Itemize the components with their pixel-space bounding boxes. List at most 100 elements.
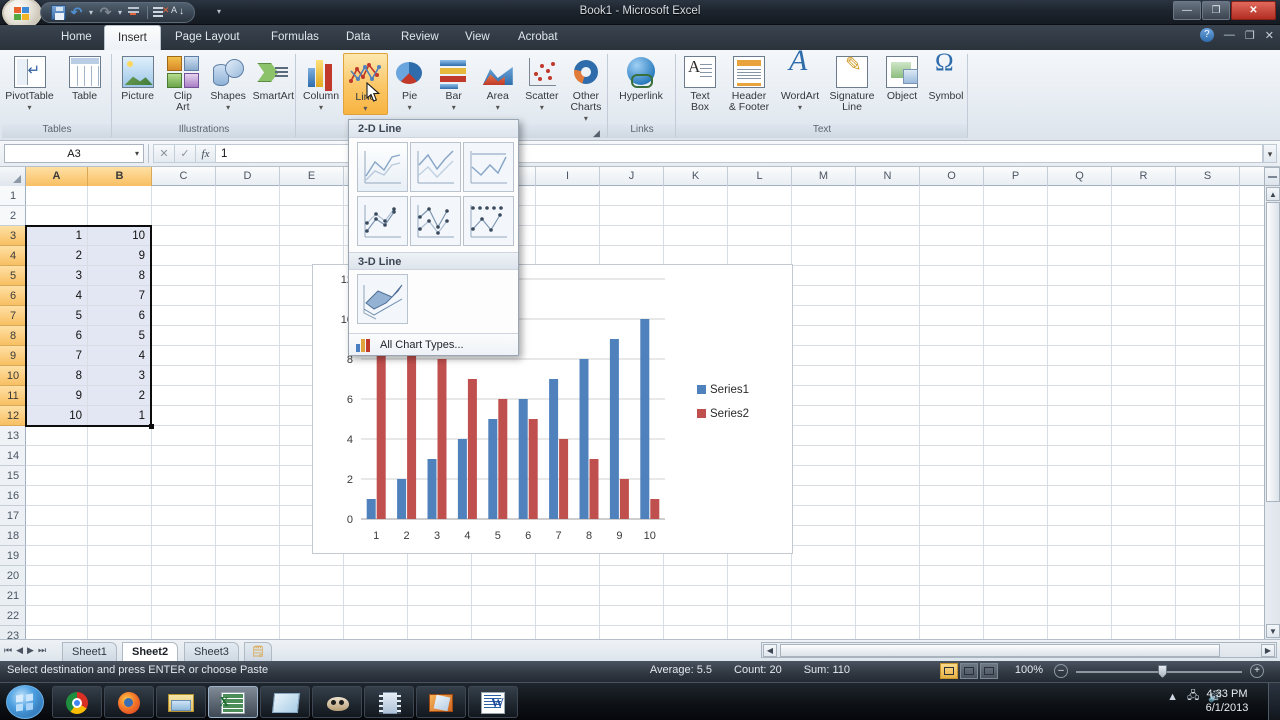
gallery-item-100-stacked-line[interactable] xyxy=(463,142,514,192)
cell-B11[interactable]: 2 xyxy=(88,386,150,406)
zoom-out-icon[interactable]: – xyxy=(1054,664,1068,678)
cell-A6[interactable]: 4 xyxy=(26,286,87,306)
row-header-1[interactable]: 1 xyxy=(0,186,26,206)
column-header-B[interactable]: B xyxy=(88,167,152,186)
pivottable-button[interactable]: PivotTable ▾ xyxy=(2,53,57,113)
close-button[interactable]: ✕ xyxy=(1231,1,1276,20)
name-box-dropdown-icon[interactable]: ▾ xyxy=(135,149,139,158)
column-header-J[interactable]: J xyxy=(600,167,664,186)
page-break-view-button[interactable] xyxy=(980,663,998,679)
vertical-scrollbar[interactable]: ▲ ▼ xyxy=(1264,186,1280,639)
prev-sheet-icon[interactable]: ◀ xyxy=(16,643,23,658)
zoom-slider[interactable]: – + xyxy=(1050,663,1268,679)
cell-A12[interactable]: 10 xyxy=(26,406,87,426)
sheet-tab-sheet1[interactable]: Sheet1 xyxy=(62,642,117,661)
legend-label-Series1[interactable]: Series1 xyxy=(710,384,749,396)
wordart-button[interactable]: WordArt ▾ xyxy=(776,53,824,113)
legend-label-Series2[interactable]: Series2 xyxy=(710,408,749,420)
other-charts-button[interactable]: Other Charts ▾ xyxy=(564,53,608,124)
chart-bar-Series2-3[interactable] xyxy=(437,359,447,519)
taskbar-reader[interactable] xyxy=(260,686,310,718)
minimize-button[interactable]: — xyxy=(1173,1,1201,20)
chart-bar-Series1-3[interactable] xyxy=(427,459,437,519)
insert-function-icon[interactable]: fx xyxy=(195,144,216,163)
all-chart-types-item[interactable]: All Chart Types... xyxy=(349,333,518,355)
row-header-7[interactable]: 7 xyxy=(0,306,26,326)
row-header-10[interactable]: 10 xyxy=(0,366,26,386)
page-layout-view-button[interactable] xyxy=(960,663,978,679)
column-header-Q[interactable]: Q xyxy=(1048,167,1112,186)
taskbar-firefox[interactable] xyxy=(104,686,154,718)
normal-view-button[interactable] xyxy=(940,663,958,679)
table-button[interactable]: Table xyxy=(57,53,112,102)
column-header-E[interactable]: E xyxy=(280,167,344,186)
cell-A10[interactable]: 8 xyxy=(26,366,87,386)
header-footer-button[interactable]: Header & Footer xyxy=(722,53,776,113)
area-chart-button[interactable]: Area ▾ xyxy=(476,53,520,113)
expand-formula-bar-icon[interactable]: ▾ xyxy=(1263,144,1277,163)
cell-A8[interactable]: 6 xyxy=(26,326,87,346)
chart-bar-Series1-5[interactable] xyxy=(488,419,498,519)
chart-bar-Series1-6[interactable] xyxy=(518,399,528,519)
row-header-6[interactable]: 6 xyxy=(0,286,26,306)
row-header-19[interactable]: 19 xyxy=(0,546,26,566)
tab-review[interactable]: Review xyxy=(388,25,452,50)
column-header-N[interactable]: N xyxy=(856,167,920,186)
smartart-button[interactable]: SmartArt xyxy=(251,53,296,102)
column-header-L[interactable]: L xyxy=(728,167,792,186)
pivottable-caret-icon[interactable]: ▾ xyxy=(27,103,31,112)
show-hidden-icons-icon[interactable]: ▲ xyxy=(1167,691,1178,703)
row-header-4[interactable]: 4 xyxy=(0,246,26,266)
horizontal-scroll-thumb[interactable] xyxy=(780,644,1220,657)
charts-dialog-launcher[interactable]: ◢ xyxy=(593,128,604,139)
taskbar-media-player[interactable] xyxy=(364,686,414,718)
zoom-slider-knob[interactable] xyxy=(1158,665,1167,678)
chart-bar-Series1-1[interactable] xyxy=(366,499,376,519)
restore-button[interactable]: ❐ xyxy=(1202,1,1230,20)
row-header-8[interactable]: 8 xyxy=(0,326,26,346)
zoom-level[interactable]: 100% xyxy=(1015,664,1043,676)
tab-data[interactable]: Data xyxy=(333,25,383,50)
ribbon-restore-icon[interactable]: ❐ xyxy=(1245,29,1255,42)
gallery-item-line[interactable] xyxy=(357,142,408,192)
taskbar-video-editor[interactable] xyxy=(416,686,466,718)
zoom-in-icon[interactable]: + xyxy=(1250,664,1264,678)
taskbar-excel[interactable]: X xyxy=(208,686,258,718)
row-header-18[interactable]: 18 xyxy=(0,526,26,546)
tab-page-layout[interactable]: Page Layout xyxy=(162,25,253,50)
ribbon-minimize-icon[interactable]: — xyxy=(1224,29,1235,41)
scroll-up-icon[interactable]: ▲ xyxy=(1266,187,1280,201)
cancel-formula-icon[interactable]: ✕ xyxy=(153,144,174,163)
sheet-tab-sheet2[interactable]: Sheet2 xyxy=(122,642,179,662)
row-header-23[interactable]: 23 xyxy=(0,626,26,639)
gallery-item-stacked-line[interactable] xyxy=(410,142,461,192)
horizontal-scrollbar[interactable]: ◀ ▶ xyxy=(761,642,1277,658)
wordart-caret-icon[interactable]: ▾ xyxy=(798,103,802,112)
sheet-tab-sheet3[interactable]: Sheet3 xyxy=(184,642,239,661)
row-header-13[interactable]: 13 xyxy=(0,426,26,446)
fill-handle[interactable] xyxy=(149,424,154,429)
scroll-down-icon[interactable]: ▼ xyxy=(1266,624,1280,638)
shapes-button[interactable]: Shapes ▾ xyxy=(206,53,251,113)
cell-B3[interactable]: 10 xyxy=(88,226,150,246)
gallery-item-100-stacked-line-markers[interactable] xyxy=(463,196,514,246)
column-header-M[interactable]: M xyxy=(792,167,856,186)
start-button[interactable] xyxy=(6,685,44,719)
cell-B7[interactable]: 6 xyxy=(88,306,150,326)
chart-bar-Series2-4[interactable] xyxy=(467,379,477,519)
cell-A5[interactable]: 3 xyxy=(26,266,87,286)
picture-button[interactable]: Picture xyxy=(115,53,160,102)
chart-bar-Series1-10[interactable] xyxy=(640,319,650,519)
shapes-caret-icon[interactable]: ▾ xyxy=(226,103,230,112)
name-box[interactable]: A3 ▾ xyxy=(4,144,144,163)
column-header-K[interactable]: K xyxy=(664,167,728,186)
cell-B4[interactable]: 9 xyxy=(88,246,150,266)
ribbon-close-icon[interactable]: ✕ xyxy=(1265,29,1274,42)
pie-caret-icon[interactable]: ▾ xyxy=(408,103,412,112)
row-header-11[interactable]: 11 xyxy=(0,386,26,406)
row-header-14[interactable]: 14 xyxy=(0,446,26,466)
last-sheet-icon[interactable]: ⏭ xyxy=(38,643,46,658)
column-header-P[interactable]: P xyxy=(984,167,1048,186)
cell-B10[interactable]: 3 xyxy=(88,366,150,386)
other-charts-caret-icon[interactable]: ▾ xyxy=(584,114,588,123)
